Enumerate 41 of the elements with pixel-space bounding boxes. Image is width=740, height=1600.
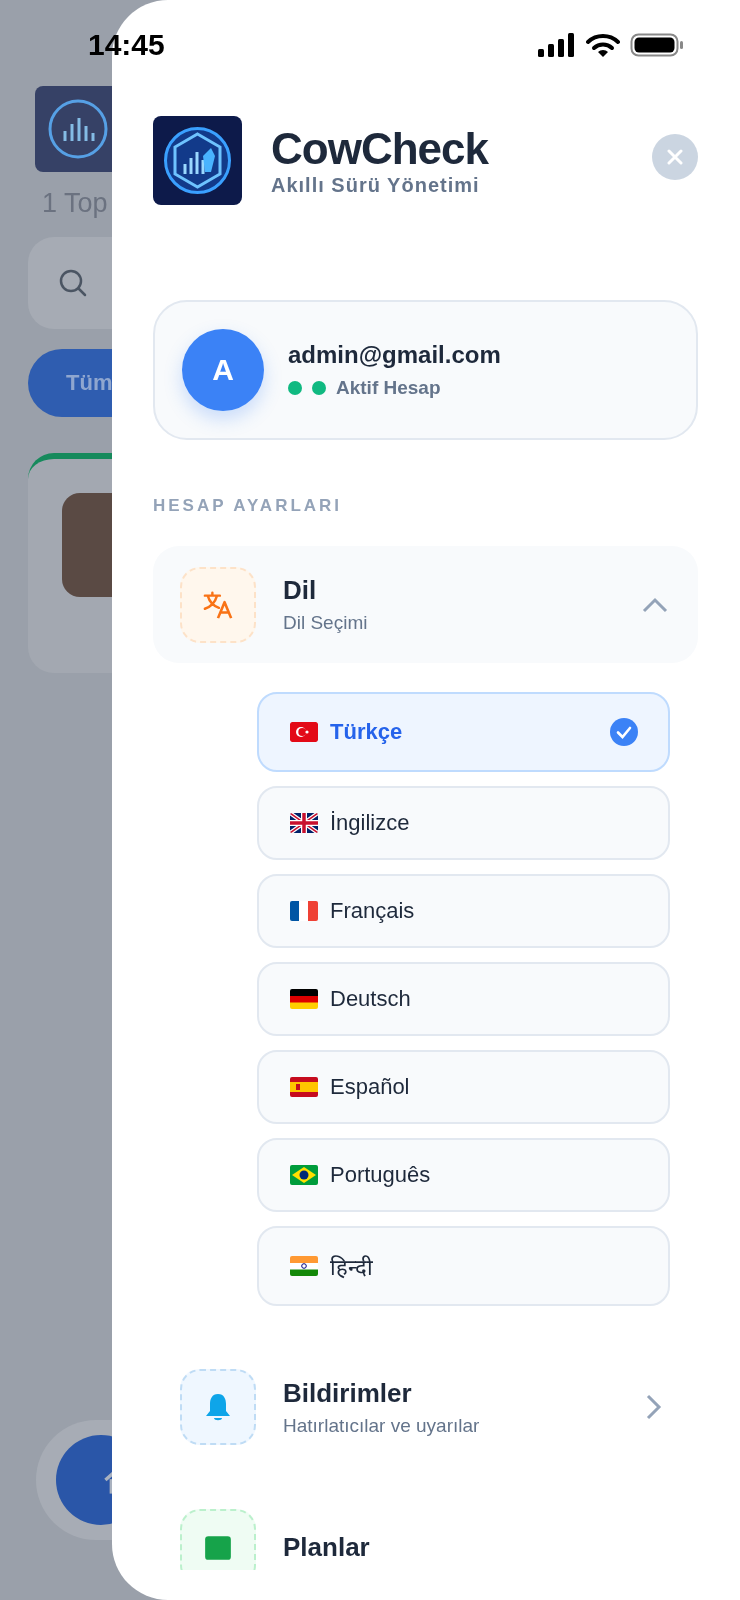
- status-time: 14:45: [88, 28, 165, 62]
- language-option[interactable]: Español: [257, 1050, 670, 1124]
- wifi-icon: [586, 33, 620, 57]
- account-email: admin@gmail.com: [288, 341, 501, 369]
- check-icon: [610, 718, 638, 746]
- flag-icon: [290, 1165, 318, 1185]
- status-dot: [288, 381, 302, 395]
- language-option[interactable]: Deutsch: [257, 962, 670, 1036]
- signal-icon: [538, 33, 576, 57]
- menu-item-subtitle: Hatırlatıcılar ve uyarılar: [283, 1414, 481, 1437]
- bell-icon: [203, 1392, 233, 1422]
- flag-icon: [290, 1077, 318, 1097]
- flag-icon: [290, 813, 318, 833]
- menu-item-subtitle: Dil Seçimi: [283, 612, 369, 634]
- app-tagline: Akıllı Sürü Yönetimi: [271, 174, 481, 197]
- app-name: CowCheck: [271, 124, 490, 174]
- section-title: HESAP AYARLARI: [153, 496, 343, 516]
- battery-icon: [630, 33, 684, 57]
- flag-icon: [290, 901, 318, 921]
- language-option[interactable]: Français: [257, 874, 670, 948]
- avatar: A: [182, 329, 264, 411]
- menu-item[interactable]: Planlar: [153, 1509, 698, 1570]
- menu-item-title: Dil: [283, 575, 318, 606]
- status-dot: [312, 381, 326, 395]
- search-icon: [58, 268, 88, 298]
- chevron-up-icon: [642, 596, 668, 613]
- menu-item-title: Bildirimler: [283, 1377, 413, 1409]
- menu-item[interactable]: Dil Dil Seçimi: [153, 546, 698, 663]
- language-option[interactable]: Türkçe: [257, 692, 670, 772]
- account-status: Aktif Hesap: [336, 377, 441, 399]
- language-option[interactable]: Português: [257, 1138, 670, 1212]
- flag-icon: [290, 722, 318, 742]
- close-icon: [667, 148, 683, 165]
- menu-item[interactable]: Bildirimler Hatırlatıcılar ve uyarılar: [153, 1369, 698, 1445]
- translate-icon: [203, 589, 233, 620]
- language-option[interactable]: हिन्दी: [257, 1226, 670, 1306]
- flag-icon: [290, 1256, 318, 1276]
- flag-icon: [290, 989, 318, 1009]
- language-option[interactable]: İngilizce: [257, 786, 670, 860]
- menu-item-title: Planlar: [283, 1531, 371, 1563]
- chevron-right-icon: [646, 1394, 662, 1420]
